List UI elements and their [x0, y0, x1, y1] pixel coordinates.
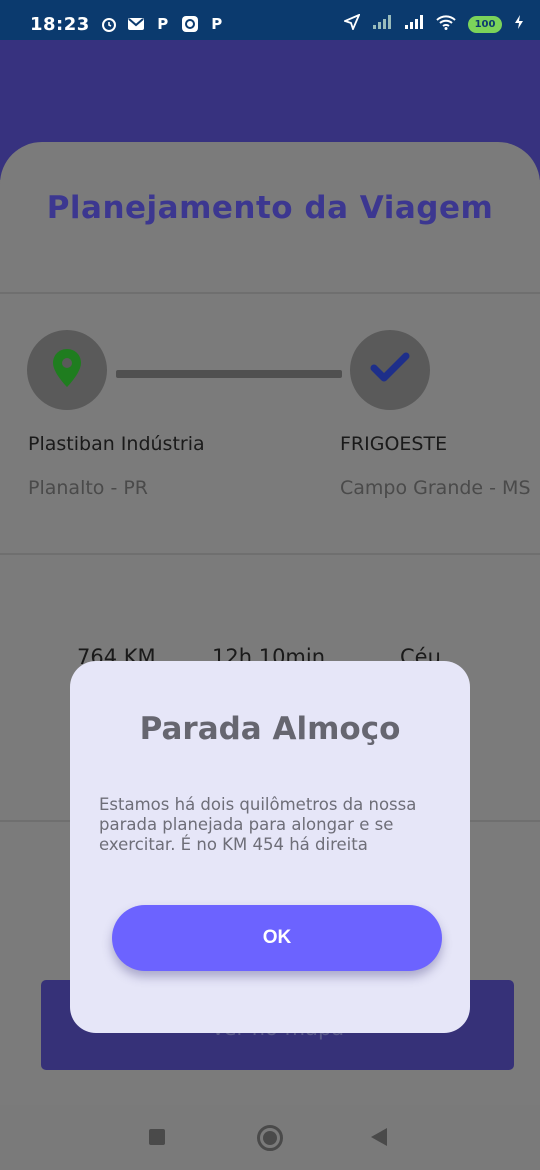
wifi-icon	[436, 14, 456, 34]
divider	[0, 553, 540, 555]
origin-marker	[27, 330, 107, 410]
dialog-message: Estamos há dois quilômetros da nossa par…	[99, 795, 417, 854]
page-title: Planejamento da Viagem	[46, 190, 494, 226]
notification-icons: P P	[100, 15, 226, 33]
recents-button[interactable]	[149, 1129, 165, 1145]
ok-button[interactable]: OK	[112, 905, 442, 971]
status-time: 18:23	[30, 13, 90, 35]
map-pin-icon	[51, 348, 83, 392]
checkmark-icon	[370, 352, 410, 388]
alert-dialog: Parada Almoço Estamos há dois quilômetro…	[70, 661, 470, 1033]
home-button[interactable]	[257, 1125, 283, 1151]
battery-icon: 100	[468, 15, 502, 33]
alarm-icon	[100, 15, 118, 33]
route-line	[116, 370, 342, 378]
location-arrow-icon	[342, 13, 361, 34]
destination-marker	[350, 330, 430, 410]
home-icon	[263, 1131, 277, 1145]
system-icons: 100	[342, 13, 524, 34]
charging-icon	[514, 14, 524, 34]
signal-icon	[372, 14, 392, 34]
signal-icon	[404, 14, 424, 34]
dialog-title: Parada Almoço	[139, 711, 401, 747]
app-icon	[181, 15, 199, 33]
p-app-icon: P	[211, 15, 223, 33]
destination-name: FRIGOESTE	[340, 433, 448, 455]
origin-name: Plastiban Indústria	[28, 433, 205, 455]
destination-city: Campo Grande - MS	[340, 477, 531, 499]
mail-icon	[127, 15, 145, 33]
divider	[0, 292, 540, 294]
back-button[interactable]	[371, 1128, 387, 1146]
origin-city: Planalto - PR	[28, 477, 149, 499]
p-app-icon: P	[157, 15, 169, 33]
